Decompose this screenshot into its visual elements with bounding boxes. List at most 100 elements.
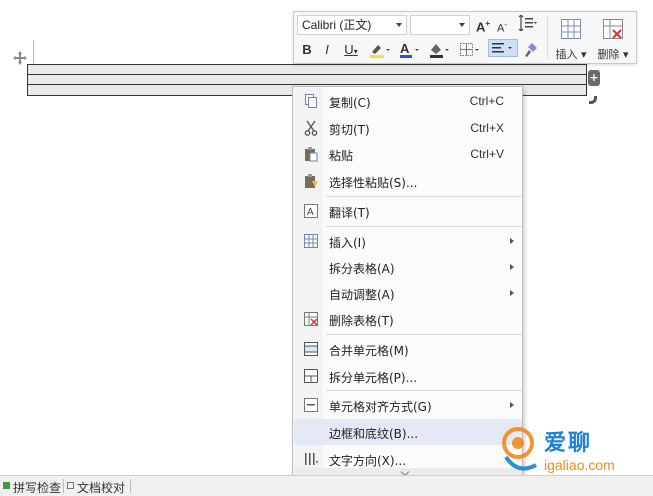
grow-font-icon: A	[475, 19, 486, 35]
menu-item-label: 拆分单元格(P)...	[329, 371, 418, 385]
menu-item-copy[interactable]: 复制(C) Ctrl+C	[294, 88, 522, 114]
menu-item-cell-alignment[interactable]: 单元格对齐方式(G)	[294, 392, 522, 418]
menu-item-label: 翻译(T)	[329, 206, 370, 220]
status-divider	[63, 479, 64, 493]
mini-toolbar: Calibri (正文) A+ A- B I U▾ A 插入 ▾ 删除 ▾	[293, 11, 637, 64]
menu-item-label: 粘贴	[329, 149, 354, 163]
menu-shortcut: Ctrl+X	[470, 121, 504, 135]
spell-check-button[interactable]: 拼写检查	[13, 479, 61, 496]
insert-button[interactable]: 插入 ▾	[551, 15, 591, 61]
doc-proof-button[interactable]: 文档校对	[77, 479, 125, 496]
bold-label: B	[302, 42, 312, 57]
submenu-arrow-icon	[510, 264, 514, 270]
align-icon	[492, 43, 512, 53]
delete-button[interactable]: 删除 ▾	[593, 15, 633, 61]
menu-item-label: 插入(I)	[329, 236, 366, 250]
ruler-tick	[33, 40, 34, 64]
menu-item-delete-table[interactable]: 删除表格(T)	[294, 306, 522, 332]
format-painter-icon	[525, 43, 537, 57]
menu-item-borders-shading[interactable]: 边框和底纹(B)...	[294, 419, 522, 445]
insert-label: 插入 ▾	[555, 48, 587, 61]
menu-item-translate[interactable]: A 翻译(T)	[294, 198, 522, 224]
delete-table-icon	[304, 312, 318, 326]
shading-button[interactable]	[428, 41, 452, 59]
submenu-arrow-icon	[510, 238, 514, 244]
menu-item-cut[interactable]: 剪切(T) Ctrl+X	[294, 115, 522, 141]
highlight-button[interactable]	[368, 41, 392, 59]
merge-cells-icon	[304, 342, 318, 356]
menu-shortcut: Ctrl+V	[470, 147, 504, 161]
cut-icon	[304, 120, 318, 136]
menu-item-label: 复制(C)	[329, 96, 371, 110]
cell-align-icon	[304, 398, 318, 412]
chevron-down-icon	[396, 23, 402, 27]
add-column-button[interactable]: +	[588, 70, 600, 86]
bold-button[interactable]: B	[300, 41, 314, 59]
text-direction-icon	[305, 453, 318, 465]
font-color-icon: A	[400, 41, 419, 58]
menu-item-insert[interactable]: 插入(I)	[294, 228, 522, 254]
menu-item-label: 合并单元格(M)	[329, 344, 409, 358]
borders-icon	[460, 43, 479, 56]
menu-item-label: 选择性粘贴(S)...	[329, 176, 418, 190]
menu-item-label: 剪切(T)	[329, 123, 370, 137]
svg-text:A: A	[307, 207, 314, 218]
menu-item-split-cells[interactable]: 拆分单元格(P)...	[294, 363, 522, 389]
table-resize-handle[interactable]	[589, 96, 597, 104]
menu-separator	[326, 390, 522, 391]
svg-text:A: A	[400, 41, 410, 56]
line-spacing-icon	[518, 14, 537, 32]
menu-item-label: 自动调整(A)	[329, 288, 395, 302]
format-painter-button[interactable]	[522, 41, 540, 59]
menu-separator	[326, 226, 522, 227]
toolbar-divider	[547, 16, 548, 60]
italic-label: I	[325, 42, 329, 57]
submenu-arrow-icon	[510, 290, 514, 296]
menu-separator	[326, 334, 522, 335]
highlight-icon	[370, 45, 390, 58]
grow-font-button[interactable]: A+	[474, 15, 492, 35]
copy-icon	[305, 94, 317, 108]
menu-item-label: 拆分表格(A)	[329, 262, 395, 276]
paste-special-icon	[305, 174, 318, 188]
align-button[interactable]	[488, 39, 518, 57]
status-divider	[130, 479, 131, 493]
menu-separator	[326, 196, 522, 197]
menu-item-autofit[interactable]: 自动调整(A)	[294, 280, 522, 306]
borders-button[interactable]	[458, 41, 482, 59]
shrink-font-button[interactable]: A-	[494, 16, 510, 35]
font-color-button[interactable]: A	[398, 41, 422, 59]
italic-button[interactable]: I	[320, 41, 334, 59]
font-name-value: Calibri (正文)	[302, 18, 372, 32]
menu-item-paste-special[interactable]: 选择性粘贴(S)...	[294, 168, 522, 194]
shading-icon	[430, 44, 449, 58]
doc-proof-icon	[67, 482, 74, 489]
context-menu: 复制(C) Ctrl+C 剪切(T) Ctrl+X 粘贴 Ctrl+V 选择性粘…	[292, 86, 523, 478]
font-name-select[interactable]: Calibri (正文)	[297, 15, 407, 35]
table-move-handle-icon[interactable]	[12, 50, 28, 66]
menu-item-label: 文字方向(X)...	[329, 454, 407, 468]
line-spacing-button[interactable]	[514, 14, 540, 33]
underline-label: U	[344, 42, 354, 57]
table-row[interactable]	[28, 65, 586, 75]
watermark-title: 爱聊	[544, 431, 593, 456]
font-size-select[interactable]	[410, 15, 470, 35]
menu-item-label: 删除表格(T)	[329, 314, 394, 328]
watermark-logo: 爱聊 igaliao.com	[496, 415, 653, 495]
underline-button[interactable]: U▾	[340, 41, 362, 59]
paste-icon	[305, 147, 318, 162]
watermark-url: igaliao.com	[544, 457, 615, 473]
menu-item-split-table[interactable]: 拆分表格(A)	[294, 254, 522, 280]
spell-check-status-icon	[3, 482, 10, 489]
menu-item-paste[interactable]: 粘贴 Ctrl+V	[294, 141, 522, 167]
menu-item-label: 单元格对齐方式(G)	[329, 400, 432, 414]
menu-item-label: 边框和底纹(B)...	[329, 427, 419, 441]
table-row[interactable]	[28, 75, 586, 85]
delete-label: 删除 ▾	[597, 48, 629, 61]
menu-shortcut: Ctrl+C	[469, 94, 504, 108]
menu-item-merge-cells[interactable]: 合并单元格(M)	[294, 336, 522, 362]
submenu-arrow-icon	[510, 402, 514, 408]
translate-icon: A	[304, 204, 318, 218]
insert-table-icon	[304, 234, 318, 248]
chevron-down-icon	[459, 23, 465, 27]
